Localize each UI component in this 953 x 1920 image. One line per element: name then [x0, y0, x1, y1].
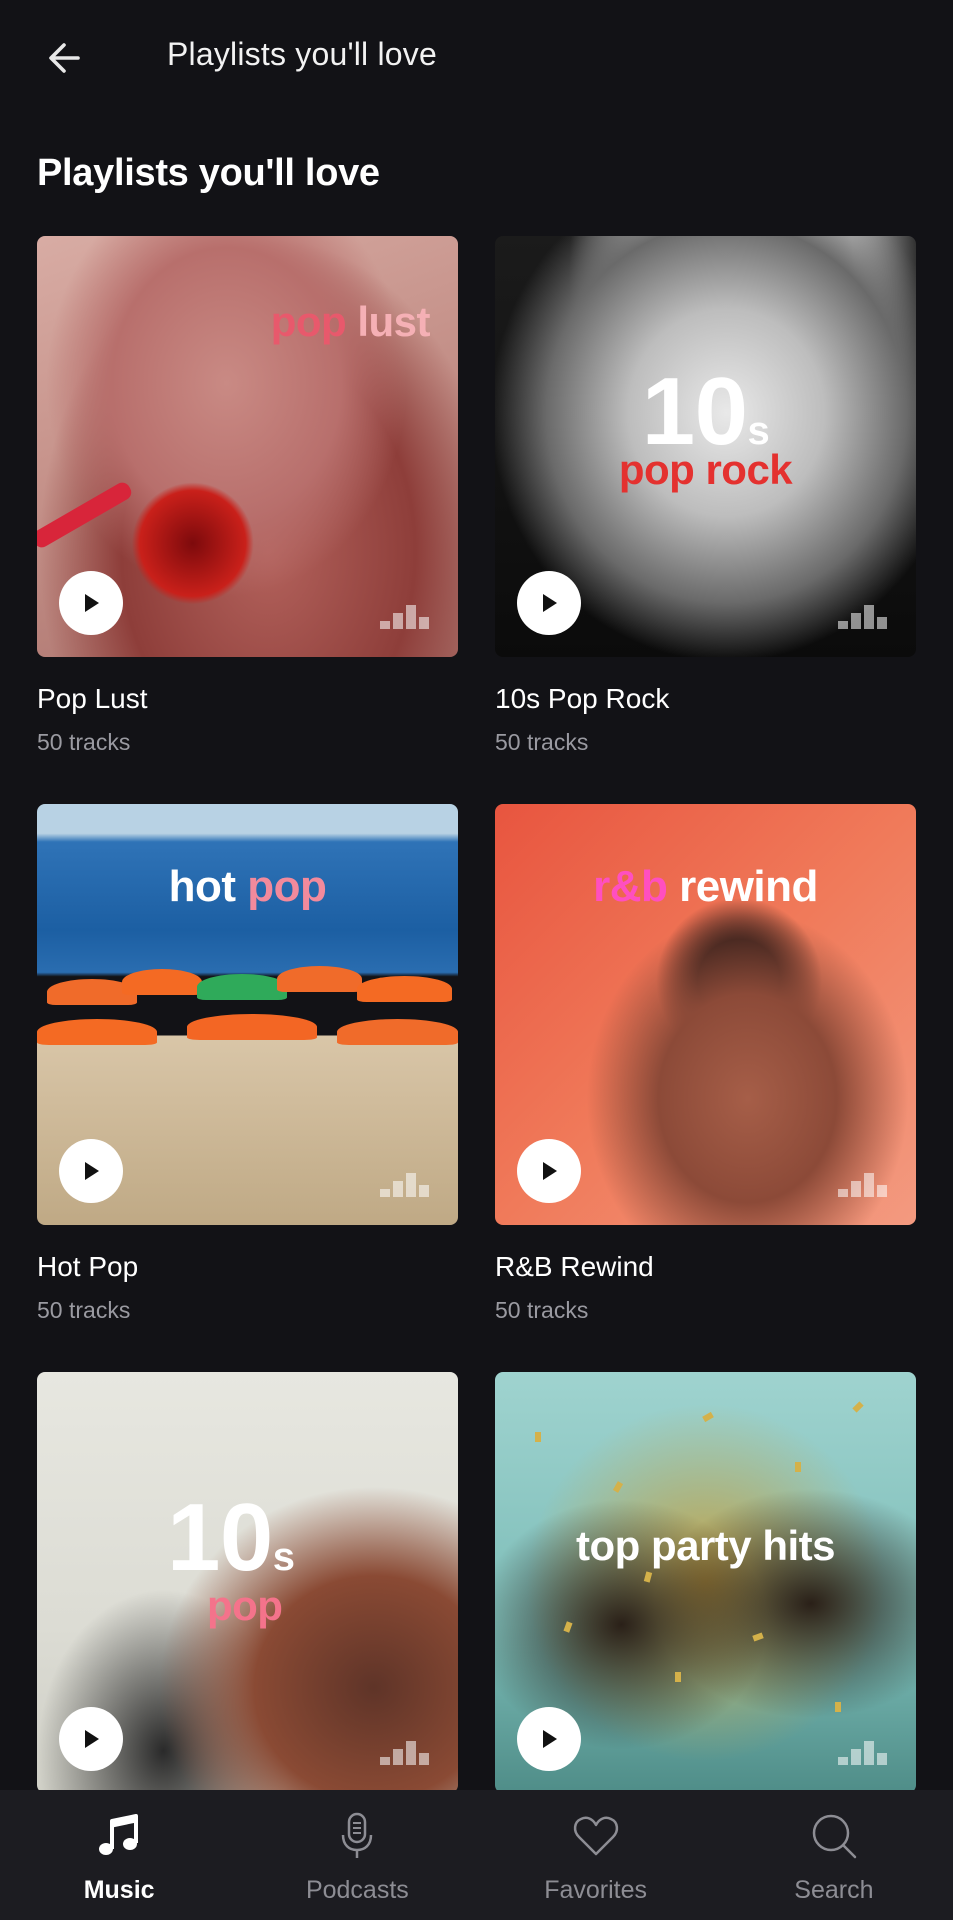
cover-title: hot pop: [37, 862, 458, 912]
cover-art-detail: [702, 1411, 714, 1423]
cover-art-detail: [752, 1632, 764, 1642]
play-button[interactable]: [59, 1707, 123, 1771]
play-icon: [85, 1730, 99, 1748]
cover-art-detail: [675, 1672, 681, 1682]
playlist-card-10s-pop-rock[interactable]: 10s pop rock 10s Pop Rock 50 tracks: [495, 236, 916, 756]
play-button[interactable]: [517, 1707, 581, 1771]
app-root: Playlists you'll love Playlists you'll l…: [0, 0, 953, 1920]
cover-subtitle: pop rock: [495, 446, 916, 494]
cover-word: r&b: [593, 862, 668, 911]
cover-art-detail: [37, 479, 135, 551]
cover-art-detail: [37, 1019, 157, 1045]
cover-word: 10: [167, 1484, 273, 1591]
cover-art-detail: [187, 1014, 317, 1040]
cover-art-detail: [835, 1702, 841, 1712]
playlist-card-pop-lust[interactable]: pop lust Pop Lust 50 tracks: [37, 236, 458, 756]
deezer-logo-icon: [838, 1735, 890, 1765]
deezer-logo-icon: [380, 1167, 432, 1197]
play-icon: [85, 594, 99, 612]
playlist-card-hot-pop[interactable]: hot pop Hot Pop 50 tracks: [37, 804, 458, 1324]
playlist-cover[interactable]: r&b rewind: [495, 804, 916, 1225]
deezer-logo-icon: [380, 1735, 432, 1765]
search-icon: [806, 1808, 862, 1864]
cover-art-detail: [277, 966, 362, 992]
cover-title: r&b rewind: [495, 862, 916, 912]
cover-word: s: [272, 1535, 295, 1579]
play-icon: [543, 1162, 557, 1180]
play-button[interactable]: [517, 571, 581, 635]
playlist-title[interactable]: R&B Rewind: [495, 1251, 916, 1283]
cover-subtitle: pop: [37, 1582, 458, 1630]
page-title: Playlists you'll love: [167, 36, 437, 72]
nav-item-favorites[interactable]: Favorites: [477, 1790, 715, 1920]
playlist-card-top-party-hits[interactable]: top party hits: [495, 1372, 916, 1793]
playlist-cover[interactable]: 10s pop: [37, 1372, 458, 1793]
section-title: Playlists you'll love: [37, 152, 380, 194]
play-button[interactable]: [517, 1139, 581, 1203]
cover-word: lust: [357, 298, 430, 345]
cover-art-detail: [122, 969, 202, 995]
deezer-logo-icon: [380, 599, 432, 629]
cover-art-detail: [795, 1462, 801, 1472]
play-icon: [543, 594, 557, 612]
playlist-title[interactable]: Pop Lust: [37, 683, 458, 715]
cover-art-detail: [643, 1571, 653, 1583]
cover-title: top party hits: [495, 1522, 916, 1570]
cover-word: pop rock: [618, 446, 793, 493]
cover-title: pop lust: [37, 298, 458, 346]
playlist-card-10s-pop[interactable]: 10s pop: [37, 1372, 458, 1793]
playlist-cover[interactable]: top party hits: [495, 1372, 916, 1793]
cover-word: pop: [247, 862, 327, 911]
nav-item-music[interactable]: Music: [0, 1790, 238, 1920]
back-button[interactable]: [36, 30, 92, 86]
nav-label: Music: [83, 1876, 155, 1904]
playlist-track-count: 50 tracks: [37, 729, 131, 755]
play-icon: [85, 1162, 99, 1180]
play-button[interactable]: [59, 1139, 123, 1203]
playlist-cover[interactable]: 10s pop rock: [495, 236, 916, 657]
deezer-logo-icon: [838, 599, 890, 629]
nav-label: Podcasts: [305, 1876, 409, 1904]
playlist-track-count: 50 tracks: [37, 1297, 131, 1323]
playlist-cover[interactable]: pop lust: [37, 236, 458, 657]
playlist-cover[interactable]: hot pop: [37, 804, 458, 1225]
cover-word: pop: [270, 298, 347, 345]
cover-art-detail: [852, 1401, 864, 1413]
play-icon: [543, 1730, 557, 1748]
playlist-title[interactable]: 10s Pop Rock: [495, 683, 916, 715]
nav-item-podcasts[interactable]: Podcasts: [238, 1790, 476, 1920]
microphone-icon: [329, 1808, 385, 1864]
play-button[interactable]: [59, 571, 123, 635]
heart-icon: [568, 1808, 624, 1864]
cover-word: top party hits: [575, 1522, 836, 1569]
nav-item-search[interactable]: Search: [715, 1790, 953, 1920]
nav-label: Search: [794, 1876, 874, 1904]
playlist-title[interactable]: Hot Pop: [37, 1251, 458, 1283]
cover-art-detail: [337, 1019, 458, 1045]
cover-art-detail: [535, 1432, 541, 1442]
music-note-icon: [91, 1808, 147, 1864]
playlist-card-rnb-rewind[interactable]: r&b rewind R&B Rewind 50 tracks: [495, 804, 916, 1324]
nav-label: Favorites: [544, 1876, 648, 1904]
playlist-track-count: 50 tracks: [495, 729, 589, 755]
top-bar: Playlists you'll love: [0, 0, 953, 112]
cover-word: pop: [207, 1582, 283, 1629]
bottom-navigation: Music Podcasts Favorites Search: [0, 1790, 953, 1920]
playlist-track-count: 50 tracks: [495, 1297, 589, 1323]
cover-art-detail: [357, 976, 452, 1002]
cover-art-detail: [612, 1481, 624, 1493]
arrow-left-icon: [49, 43, 80, 73]
cover-word: rewind: [679, 862, 818, 911]
cover-word: hot: [168, 862, 236, 911]
cover-art-detail: [197, 974, 287, 1000]
deezer-logo-icon: [838, 1167, 890, 1197]
cover-art-detail: [563, 1621, 573, 1633]
